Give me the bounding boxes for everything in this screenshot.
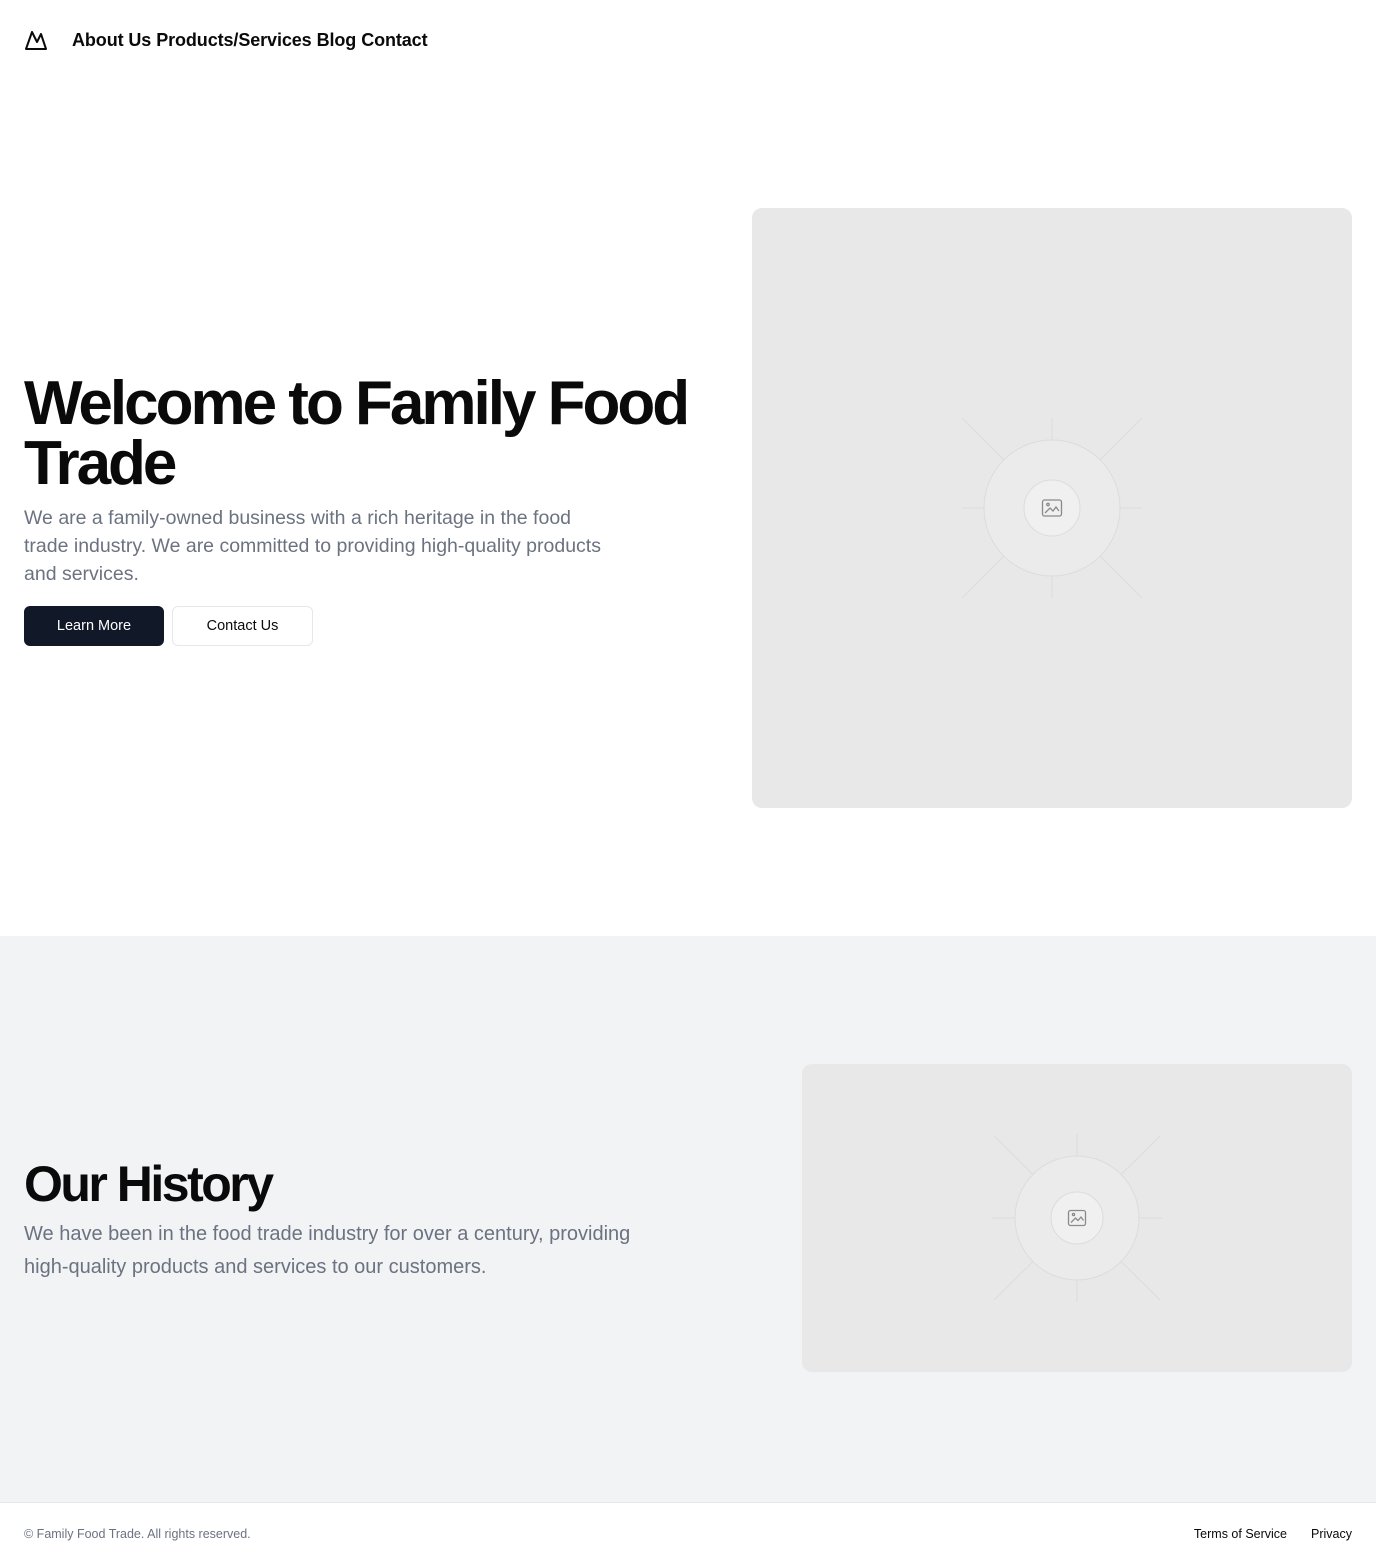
hero-image-placeholder — [752, 208, 1352, 808]
hero-title: Welcome to Family Food Trade — [24, 369, 690, 498]
footer-links: Terms of Service Privacy — [1194, 1527, 1352, 1541]
nav-contact[interactable]: Contact — [361, 30, 427, 51]
history-section: Our History We have been in the food tra… — [0, 936, 1376, 1502]
contact-us-button[interactable]: Contact Us — [172, 606, 313, 646]
history-title: Our History — [24, 1156, 274, 1212]
placeholder-graphic — [992, 1134, 1162, 1302]
terms-of-service-link[interactable]: Terms of Service — [1194, 1527, 1287, 1541]
mountain-logo-icon — [25, 31, 47, 50]
hero-buttons: Learn More Contact Us — [24, 606, 724, 646]
history-text: Our History We have been in the food tra… — [24, 1158, 664, 1284]
hero-section: Welcome to Family Food Trade We are a fa… — [24, 369, 724, 646]
privacy-link[interactable]: Privacy — [1311, 1527, 1352, 1541]
site-header: About Us Products/Services Blog Contact — [0, 0, 1376, 80]
site-footer: © Family Food Trade. All rights reserved… — [0, 1502, 1376, 1566]
nav-about-us[interactable]: About Us — [72, 30, 151, 51]
logo-link[interactable] — [24, 28, 48, 52]
copyright-text: © Family Food Trade. All rights reserved… — [24, 1527, 251, 1541]
main-nav: About Us Products/Services Blog Contact — [72, 30, 433, 51]
history-subtitle: We have been in the food trade industry … — [24, 1223, 631, 1278]
history-image-placeholder — [802, 1064, 1352, 1372]
nav-blog[interactable]: Blog — [317, 30, 357, 51]
hero-subtitle: We are a family-owned business with a ri… — [24, 507, 601, 585]
nav-products-services[interactable]: Products/Services — [156, 30, 311, 51]
page: About Us Products/Services Blog Contact … — [0, 0, 1376, 1566]
learn-more-button[interactable]: Learn More — [24, 606, 164, 646]
placeholder-graphic — [961, 417, 1143, 599]
